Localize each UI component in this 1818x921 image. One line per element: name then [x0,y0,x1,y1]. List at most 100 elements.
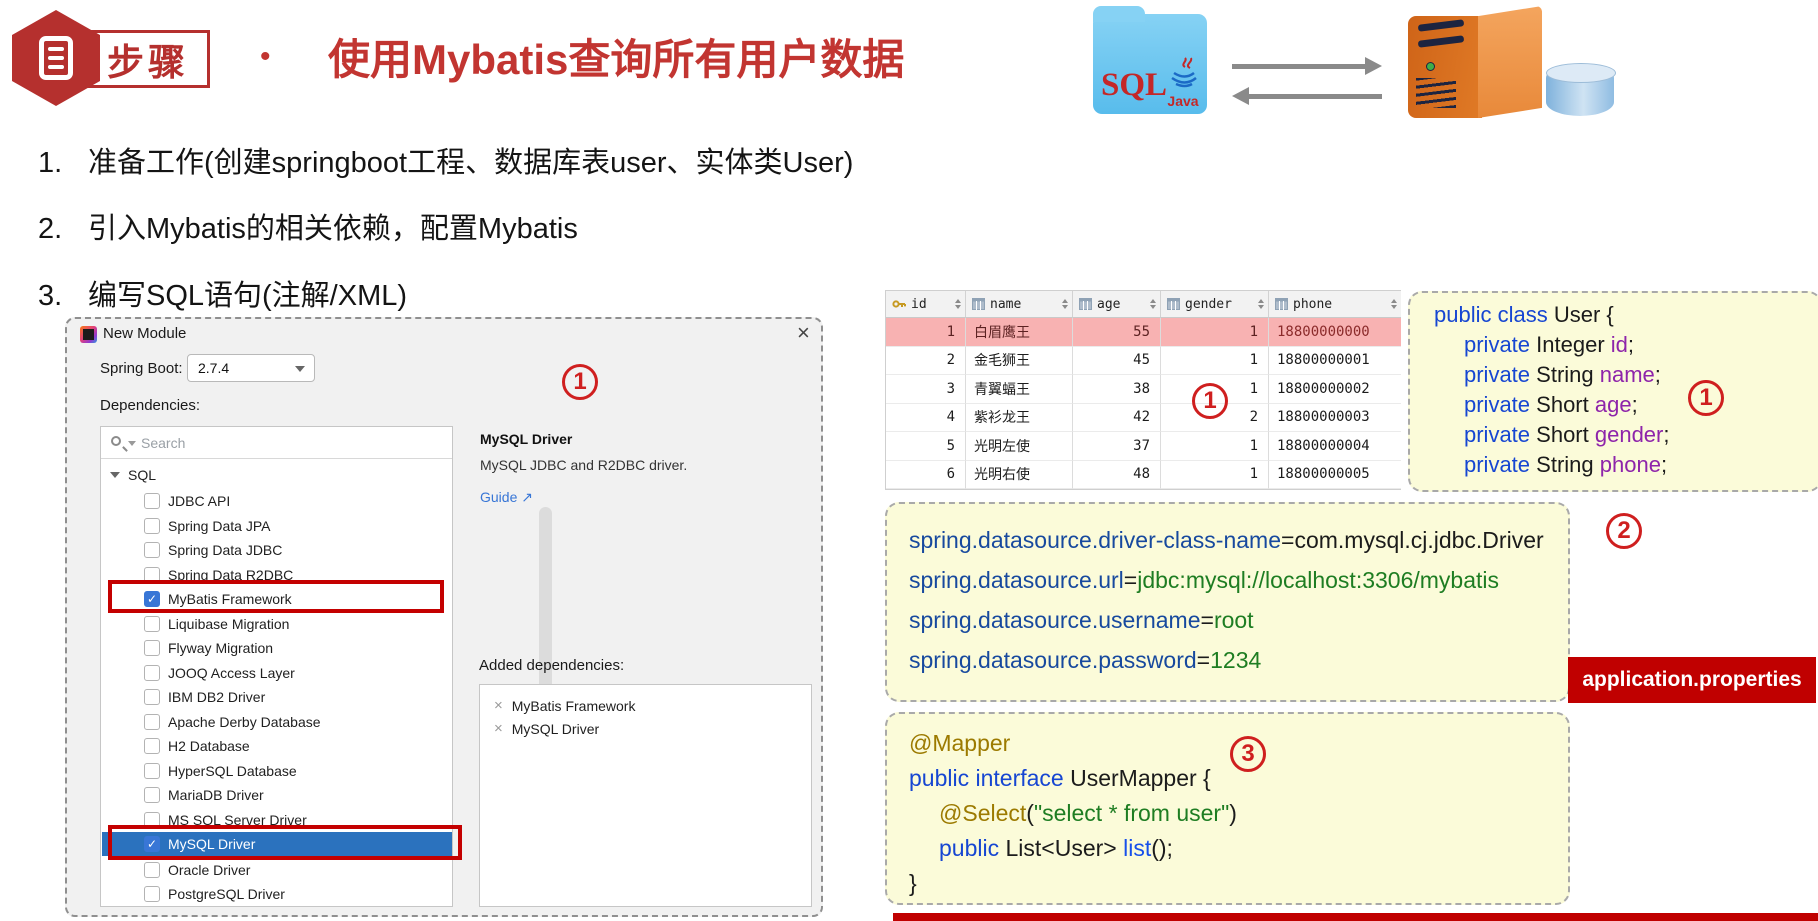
table-cell[interactable]: 1 [1161,347,1269,376]
added-item-label: MySQL Driver [512,721,599,737]
code-line: private String phone; [1434,450,1818,480]
step-number: 2. [38,213,88,246]
table-cell[interactable]: 42 [1073,404,1161,433]
dependency-item-postgresql-driver[interactable]: PostgreSQL Driver [102,882,452,906]
column-header-gender[interactable]: gender [1161,291,1269,318]
dependency-item-flyway-migration[interactable]: Flyway Migration [102,636,452,660]
remove-icon[interactable]: × [494,720,503,737]
table-cell[interactable]: 1 [886,318,966,347]
properties-filename-badge: application.properties [1568,657,1816,703]
dependency-item-h2-database[interactable]: H2 Database [102,734,452,758]
checkbox-icon[interactable] [144,542,160,558]
table-cell[interactable]: 1 [1161,461,1269,490]
code-line: private Short age; [1434,390,1818,420]
checkbox-icon[interactable] [144,738,160,754]
table-cell[interactable]: 青翼蝠王 [966,375,1073,404]
checkbox-icon[interactable] [144,689,160,705]
checkbox-icon[interactable] [144,886,160,902]
table-cell[interactable]: 6 [886,461,966,490]
dependency-item-apache-derby-database[interactable]: Apache Derby Database [102,710,452,734]
checkbox-icon[interactable] [144,665,160,681]
code-line: public class User { [1434,300,1818,330]
scrollbar[interactable] [539,507,552,712]
dependency-item-liquibase-migration[interactable]: Liquibase Migration [102,612,452,636]
table-cell[interactable]: 18800000002 [1269,375,1401,404]
table-cell[interactable]: 4 [886,404,966,433]
column-header-name[interactable]: name [966,291,1073,318]
table-cell[interactable]: 18800000004 [1269,432,1401,461]
table-cell[interactable]: 1 [1161,318,1269,347]
checkbox-icon[interactable] [144,787,160,803]
step-number: 1. [38,147,88,180]
column-header-age[interactable]: age [1073,291,1161,318]
table-cell[interactable]: 5 [886,432,966,461]
dependency-item-oracle-driver[interactable]: Oracle Driver [102,858,452,882]
code-line: spring.datasource.password=1234 [909,640,1568,680]
checkbox-icon[interactable] [144,493,160,509]
sort-icon[interactable] [1391,299,1397,309]
search-options-caret-icon [128,441,136,446]
code-line: public List<User> list(); [909,831,1568,866]
dependency-item-spring-data-jpa[interactable]: Spring Data JPA [102,514,452,538]
sort-icon[interactable] [1062,299,1068,309]
key-icon [892,297,906,311]
dialog-title: New Module [103,325,186,342]
new-module-dialog: New Module × Spring Boot: 2.7.4 1 Depend… [65,317,823,917]
dependency-item-mariadb-driver[interactable]: MariaDB Driver [102,783,452,807]
close-icon[interactable]: × [797,321,810,345]
intellij-icon [80,326,97,343]
dependency-item-jdbc-api[interactable]: JDBC API [102,489,452,513]
table-cell[interactable]: 紫衫龙王 [966,404,1073,433]
application-properties-code: spring.datasource.driver-class-name=com.… [885,502,1570,702]
dependency-item-jooq-access-layer[interactable]: JOOQ Access Layer [102,661,452,685]
dependency-label: H2 Database [168,738,250,754]
table-cell[interactable]: 55 [1073,318,1161,347]
column-header-phone[interactable]: phone [1269,291,1401,318]
dependency-item-spring-data-jdbc[interactable]: Spring Data JDBC [102,538,452,562]
sort-icon[interactable] [955,299,961,309]
table-cell[interactable]: 48 [1073,461,1161,490]
guide-link[interactable]: Guide ↗ [480,489,533,506]
slide: 步骤 • 使用Mybatis查询所有用户数据 SQL Java 1.准备工作(创… [0,0,1818,921]
search-input[interactable] [141,430,431,455]
table-cell[interactable]: 光明左使 [966,432,1073,461]
table-cell[interactable]: 金毛狮王 [966,347,1073,376]
added-item-label: MyBatis Framework [512,698,636,714]
table-cell[interactable]: 38 [1073,375,1161,404]
checkbox-icon[interactable] [144,616,160,632]
java-logo-icon: Java [1163,57,1203,106]
dependency-item-ibm-db2-driver[interactable]: IBM DB2 Driver [102,685,452,709]
code-line: @Select("select * from user") [909,796,1568,831]
sort-icon[interactable] [1150,299,1156,309]
table-cell[interactable]: 光明右使 [966,461,1073,490]
checkbox-icon[interactable] [144,763,160,779]
spring-boot-version-select[interactable]: 2.7.4 [187,354,315,382]
table-cell[interactable]: 2 [886,347,966,376]
table-cell[interactable]: 18800000005 [1269,461,1401,490]
table-cell[interactable]: 白眉鹰王 [966,318,1073,347]
checkbox-icon[interactable] [144,518,160,534]
checkbox-icon[interactable] [144,640,160,656]
table-cell[interactable]: 18800000003 [1269,404,1401,433]
dependency-label: HyperSQL Database [168,763,297,779]
table-cell[interactable]: 1 [1161,432,1269,461]
annotation-circle-1: 1 [1192,383,1228,419]
table-cell[interactable]: 18800000001 [1269,347,1401,376]
remove-icon[interactable]: × [494,697,503,714]
checkbox-icon[interactable] [144,862,160,878]
table-cell[interactable]: 3 [886,375,966,404]
sort-icon[interactable] [1258,299,1264,309]
step-text: 编写SQL语句(注解/XML) [88,280,407,312]
chevron-down-icon[interactable] [110,472,120,478]
table-cell[interactable]: 45 [1073,347,1161,376]
table-cell[interactable]: 18800000000 [1269,318,1401,347]
step-item-1: 1.准备工作(创建springboot工程、数据库表user、实体类User) [38,139,853,181]
annotation-circle-1: 1 [562,364,598,400]
highlight-box-mybatis [108,580,444,613]
table-cell[interactable]: 37 [1073,432,1161,461]
checkbox-icon[interactable] [144,714,160,730]
document-icon [39,36,73,80]
dependency-item-hypersql-database[interactable]: HyperSQL Database [102,759,452,783]
column-header-id[interactable]: id [886,291,966,318]
tree-group-sql[interactable]: SQL [102,463,452,487]
